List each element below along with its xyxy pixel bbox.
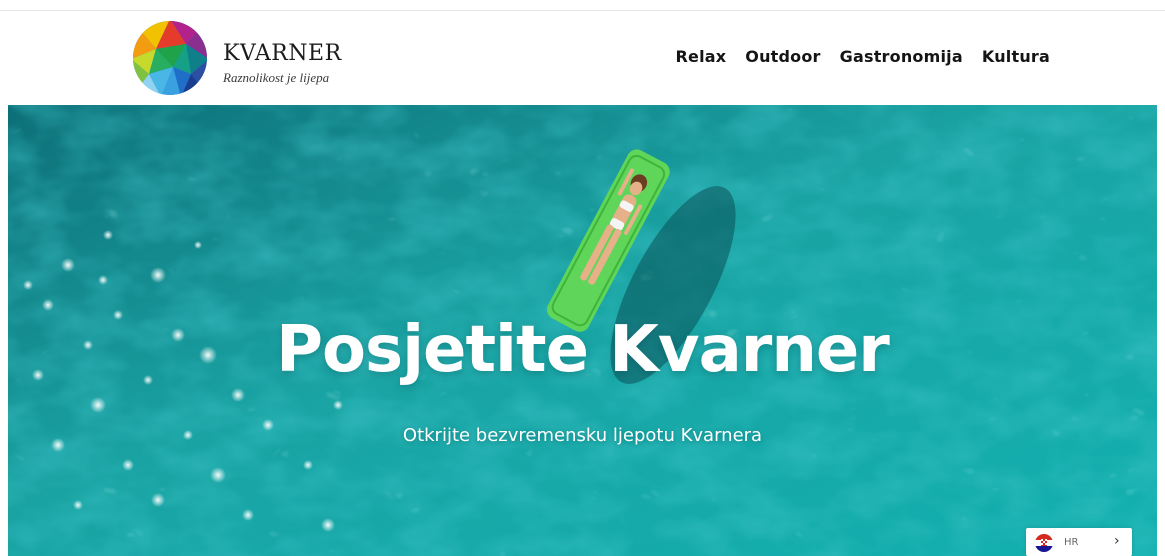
hero-subtitle: Otkrijte bezvremensku ljepotu Kvarnera: [402, 425, 763, 446]
nav-item-relax[interactable]: Relax: [676, 47, 727, 66]
main-nav: Relax Outdoor Gastronomija Kultura: [676, 47, 1051, 66]
logo-tagline: Raznolikost je lijepa: [223, 70, 330, 85]
language-code: HR: [1064, 537, 1079, 548]
logo-mosaic-icon: [133, 21, 207, 95]
nav-item-outdoor[interactable]: Outdoor: [745, 47, 820, 66]
logo-name: KVARNER: [223, 41, 342, 66]
language-switcher[interactable]: HR ›: [1026, 528, 1132, 556]
nav-item-kultura[interactable]: Kultura: [982, 47, 1050, 66]
kvarner-logo[interactable]: KVARNER Raznolikost je lijepa: [131, 19, 361, 97]
chevron-right-icon: ›: [1114, 533, 1120, 549]
hero-section: Posjetite Kvarner Otkrijte bezvremensku …: [8, 105, 1157, 556]
nav-item-gastronomija[interactable]: Gastronomija: [840, 47, 963, 66]
site-header: KVARNER Raznolikost je lijepa Relax Outd…: [0, 11, 1165, 105]
croatia-flag-icon: [1035, 534, 1053, 552]
hero-title: Posjetite Kvarner: [276, 313, 890, 387]
